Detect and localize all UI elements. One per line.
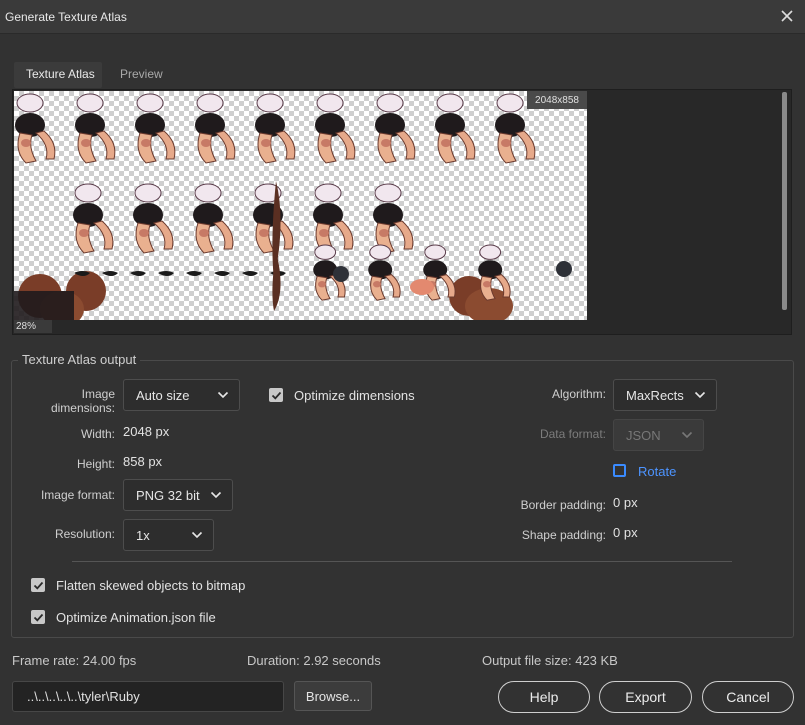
shape-padding-unit: px	[623, 525, 638, 540]
border-padding-unit: px	[623, 495, 638, 510]
image-dimensions-label: Image dimensions:	[50, 387, 115, 415]
algorithm-value: MaxRects	[626, 387, 684, 403]
width-number: 2048	[123, 424, 152, 439]
preview-scrollbar[interactable]	[782, 92, 787, 310]
checkmark-icon	[271, 391, 281, 400]
image-format-label: Image format:	[40, 488, 115, 502]
shape-padding-label: Shape padding:	[521, 528, 606, 542]
shape-padding-number: 0	[613, 525, 621, 540]
optimize-json-label[interactable]: Optimize Animation.json file	[56, 610, 216, 625]
optimize-dimensions-checkbox[interactable]	[269, 388, 283, 402]
checkmark-icon	[33, 581, 43, 590]
optimize-json-checkbox[interactable]	[31, 610, 45, 624]
sprite-sheet-image	[14, 93, 572, 320]
width-label: Width:	[80, 427, 115, 441]
section-divider	[72, 561, 732, 562]
frame-rate-text: Frame rate: 24.00 fps	[12, 653, 137, 668]
output-path-input[interactable]: ..\..\..\..\..\tyler\Ruby	[12, 681, 284, 712]
image-dimensions-dropdown[interactable]: Auto size	[123, 379, 240, 411]
width-value: 2048 px	[123, 424, 169, 439]
close-icon	[781, 10, 793, 22]
image-dimensions-value: Auto size	[136, 387, 190, 403]
resolution-dropdown[interactable]: 1x	[123, 519, 214, 551]
atlas-preview-image	[14, 91, 587, 320]
atlas-size-badge: 2048x858	[527, 91, 587, 109]
checkmark-icon	[33, 613, 43, 622]
tab-preview[interactable]: Preview	[120, 67, 163, 81]
resolution-value: 1x	[136, 527, 150, 543]
width-unit: px	[155, 424, 170, 439]
algorithm-dropdown[interactable]: MaxRects	[613, 379, 717, 411]
duration-text: Duration: 2.92 seconds	[247, 653, 381, 668]
rotate-label[interactable]: Rotate	[638, 464, 676, 479]
image-format-value: PNG 32 bit	[136, 487, 200, 503]
rotate-checkbox[interactable]	[613, 464, 626, 477]
height-label: Height:	[76, 457, 115, 471]
resolution-label: Resolution:	[54, 527, 115, 541]
chevron-down-icon	[217, 391, 229, 399]
data-format-label: Data format:	[539, 427, 606, 441]
cancel-button[interactable]: Cancel	[702, 681, 794, 713]
algorithm-label: Algorithm:	[551, 387, 606, 401]
image-format-dropdown[interactable]: PNG 32 bit	[123, 479, 233, 511]
data-format-dropdown: JSON	[613, 419, 704, 451]
chevron-down-icon	[191, 531, 203, 539]
height-number: 858	[123, 454, 145, 469]
help-button[interactable]: Help	[498, 681, 590, 713]
chevron-down-icon	[681, 431, 693, 439]
window-title: Generate Texture Atlas	[5, 10, 127, 24]
chevron-down-icon	[210, 491, 222, 499]
group-title: Texture Atlas output	[18, 352, 141, 367]
border-padding-number: 0	[613, 495, 621, 510]
height-unit: px	[148, 454, 163, 469]
shape-padding-value[interactable]: 0 px	[613, 525, 638, 540]
data-format-value: JSON	[626, 427, 661, 443]
export-button[interactable]: Export	[599, 681, 692, 713]
close-button[interactable]	[775, 4, 799, 28]
zoom-level: 28%	[14, 320, 52, 333]
height-value: 858 px	[123, 454, 162, 469]
chevron-down-icon	[694, 391, 706, 399]
optimize-dimensions-label[interactable]: Optimize dimensions	[294, 388, 415, 403]
browse-button[interactable]: Browse...	[294, 681, 372, 711]
tab-texture-atlas[interactable]: Texture Atlas	[26, 67, 95, 81]
flatten-checkbox[interactable]	[31, 578, 45, 592]
flatten-label[interactable]: Flatten skewed objects to bitmap	[56, 578, 245, 593]
border-padding-label: Border padding:	[520, 498, 606, 512]
border-padding-value[interactable]: 0 px	[613, 495, 638, 510]
output-size-text: Output file size: 423 KB	[482, 653, 618, 668]
